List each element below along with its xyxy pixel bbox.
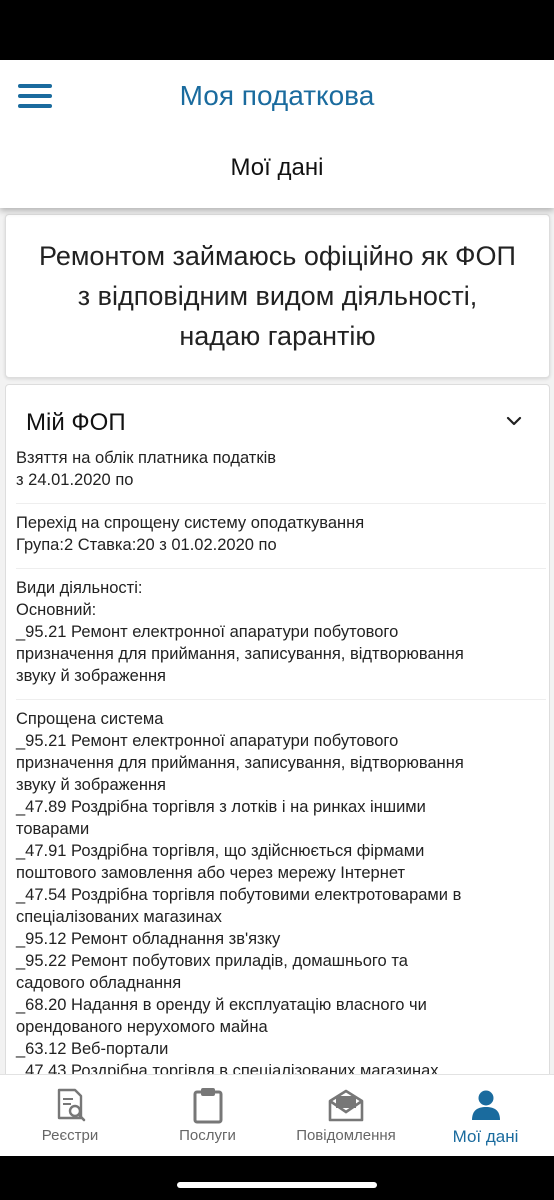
- main-activity-block: Види діяльності: Основний: _95.21 Ремонт…: [16, 577, 546, 700]
- info-line: Група:2 Ставка:20 з 01.02.2020 по: [16, 536, 277, 554]
- page-title: Мої дані: [230, 154, 324, 181]
- user-icon: [471, 1090, 500, 1120]
- tab-messages[interactable]: Повідомлення: [275, 1075, 417, 1157]
- info-line: Спрощена система: [16, 710, 164, 728]
- info-line: призначення для приймання, записування, …: [16, 645, 464, 663]
- info-line: Види діяльності:: [16, 579, 143, 597]
- simplified-tax-block: Перехід на спрощену систему оподаткуванн…: [16, 512, 546, 569]
- info-line: _95.12 Ремонт обладнання зв'язку: [16, 930, 281, 948]
- info-line: звуку й зображення: [16, 776, 166, 794]
- chevron-down-icon[interactable]: [504, 411, 524, 431]
- info-line: звуку й зображення: [16, 667, 166, 685]
- tab-label: Реєстри: [41, 1127, 99, 1144]
- fop-card: Мій ФОП Взяття на облік платника податкі…: [5, 384, 550, 1074]
- app-header: Моя податкова Мої дані: [0, 60, 554, 208]
- info-line: _68.20 Надання в оренду й експлуатацію в…: [16, 996, 427, 1014]
- tab-my-data[interactable]: Мої дані: [417, 1075, 554, 1157]
- tab-label: Мої дані: [452, 1127, 519, 1146]
- info-line: Перехід на спрощену систему оподаткуванн…: [16, 514, 365, 532]
- clipboard-icon: [193, 1088, 222, 1124]
- notice-banner: Ремонтом займаюсь офіційно як ФОП з відп…: [5, 214, 550, 378]
- info-line: _47.89 Роздрібна торгівля з лотків і на …: [16, 798, 426, 816]
- simplified-activities-block: Спрощена система _95.21 Ремонт електронн…: [16, 708, 546, 1074]
- info-line: призначення для приймання, записування, …: [16, 754, 464, 772]
- tab-label: Послуги: [179, 1127, 236, 1144]
- info-line: _47.43 Роздрібна торгівля в спеціалізова…: [16, 1062, 439, 1074]
- tab-label: Повідомлення: [296, 1127, 396, 1144]
- app-title: Моя податкова: [179, 80, 375, 111]
- info-line: Основний:: [16, 601, 97, 619]
- banner-line: Ремонтом займаюсь офіційно як ФОП: [39, 241, 516, 271]
- home-indicator[interactable]: [177, 1182, 377, 1188]
- info-line: орендованого нерухомого майна: [16, 1018, 268, 1036]
- envelope-icon: [328, 1089, 364, 1122]
- info-line: спеціалізованих магазинах: [16, 908, 222, 926]
- tab-registries[interactable]: Реєстри: [0, 1075, 140, 1157]
- info-line: товарами: [16, 820, 90, 838]
- info-line: _95.22 Ремонт побутових приладів, домашн…: [16, 952, 408, 970]
- registry-search-icon: [57, 1088, 86, 1122]
- tab-services[interactable]: Послуги: [140, 1075, 275, 1157]
- info-line: з 24.01.2020 по: [16, 471, 134, 489]
- info-line: _95.21 Ремонт електронної апаратури побу…: [16, 732, 399, 750]
- banner-line: з відповідним видом діяльності,: [77, 281, 478, 311]
- home-indicator-bar: [0, 1156, 554, 1200]
- banner-text: Ремонтом займаюсь офіційно як ФОП з відп…: [29, 236, 526, 356]
- info-line: садового обладнання: [16, 974, 182, 992]
- bottom-tab-bar: Реєстри Послуги Повідомлення Мої дані: [0, 1074, 554, 1156]
- info-line: _63.12 Веб-портали: [16, 1040, 169, 1058]
- card-body: Взяття на облік платника податків з 24.0…: [16, 447, 546, 1074]
- status-bar: [0, 0, 554, 60]
- info-line: _47.91 Роздрібна торгівля, що здійснюєть…: [16, 842, 425, 860]
- card-title: Мій ФОП: [26, 409, 126, 436]
- registration-block: Взяття на облік платника податків з 24.0…: [16, 447, 546, 504]
- info-line: _95.21 Ремонт електронної апаратури побу…: [16, 623, 399, 641]
- content-scroll-area[interactable]: Ремонтом займаюсь офіційно як ФОП з відп…: [0, 208, 554, 1074]
- info-line: поштового замовлення або через мережу Ін…: [16, 864, 406, 882]
- info-line: Взяття на облік платника податків: [16, 449, 276, 467]
- info-line: _47.54 Роздрібна торгівля побутовими еле…: [16, 886, 462, 904]
- banner-line: надаю гарантію: [179, 321, 376, 351]
